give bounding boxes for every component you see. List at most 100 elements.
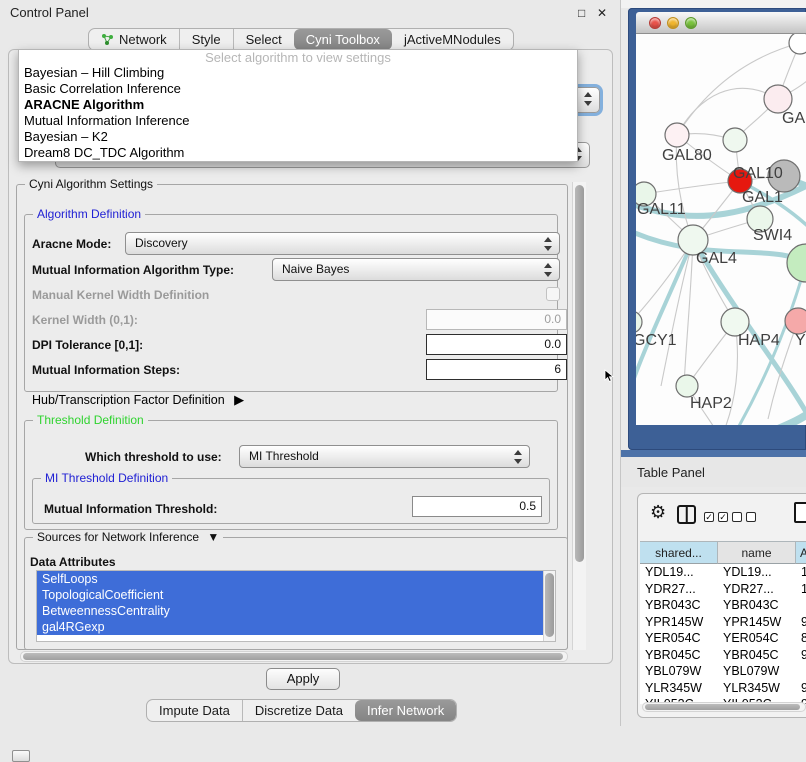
table-rows: YDL19... YDL19... 13 YDR27... YDR27... 1… [640,564,806,704]
column-header-shared-name[interactable]: shared... [640,541,718,564]
cell: YDR27... [718,581,796,598]
column-header-partial[interactable]: A [796,541,806,564]
list-item[interactable]: SelfLoops [37,571,543,587]
control-panel-tabbar: Network Style Select Cyni Toolbox jActiv… [88,28,514,51]
which-threshold-combobox[interactable]: MI Threshold [239,445,530,468]
table-row[interactable]: YBR045C YBR045C 9. [640,647,806,664]
mi-threshold-label: Mutual Information Threshold: [44,502,217,516]
settings-horizontal-scrollbar[interactable] [20,651,568,662]
settings-vertical-scrollbar[interactable] [572,182,586,650]
table-row[interactable]: YLR345W YLR345W 9. [640,680,806,697]
list-item[interactable]: BetweennessCentrality [37,603,543,619]
hub-definition-expander[interactable]: Hub/Transcription Factor Definition ▶ [32,392,244,408]
cell: YLR345W [640,680,718,697]
dropdown-item[interactable]: Bayesian – Hill Climbing [19,65,577,81]
tab-network[interactable]: Network [89,29,179,50]
node-label: SWI4 [753,227,792,244]
group-title: MI Threshold Definition [41,471,172,485]
network-window-titlebar[interactable] [636,12,806,34]
node-label: GAL1 [742,189,783,206]
table-row[interactable]: YDL19... YDL19... 13 [640,564,806,581]
cell: YDL19... [718,564,796,581]
cell: 12 [796,581,806,598]
control-panel: Control Panel □ ✕ Network Style Select C… [0,0,621,726]
table-row[interactable]: YPR145W YPR145W 9. [640,614,806,631]
cell [796,597,806,614]
cell: YBR045C [718,647,796,664]
table-horizontal-scrollbar[interactable] [642,702,806,712]
minimize-window-icon[interactable] [667,17,679,29]
dpi-tolerance-field[interactable]: 0.0 [426,334,567,355]
group-title: Threshold Definition [33,413,148,427]
close-panel-icon[interactable]: ✕ [597,6,607,20]
apply-button[interactable]: Apply [266,668,340,690]
dropdown-item[interactable]: Bayesian – K2 [19,129,577,145]
node-label: HAP2 [690,395,732,412]
kernel-width-label: Kernel Width (0,1): [32,313,138,327]
sources-title: Sources for Network Inference [37,530,199,544]
mi-type-value: Naive Bayes [282,262,349,276]
float-window-icon[interactable]: □ [578,6,585,20]
aracne-mode-combobox[interactable]: Discovery [125,232,560,255]
tab-jactivemnodules[interactable]: jActiveMNodules [392,29,513,50]
table-panel-header: Table Panel [621,457,806,487]
kernel-width-field[interactable]: 0.0 [426,309,567,330]
network-canvas[interactable]: GAL GAL80 GAL10 GAL1 GAL11 SWI4 GAL4 GCY… [636,34,806,425]
manual-kernel-label: Manual Kernel Width Definition [32,288,209,302]
table-row[interactable]: YBL079W YBL079W [640,663,806,680]
tab-label: Impute Data [159,700,230,721]
data-attributes-list[interactable]: SelfLoops TopologicalCoefficient Between… [36,570,556,642]
tab-discretize-data[interactable]: Discretize Data [242,700,355,721]
tab-label: Infer Network [367,700,444,721]
mouse-cursor [604,369,615,383]
network-icon [101,33,114,46]
dropdown-item-selected[interactable]: ARACNE Algorithm [19,97,577,113]
cell: 8. [796,630,806,647]
export-table-icon[interactable] [794,502,806,523]
maximize-window-icon[interactable] [685,17,697,29]
tab-infer-network[interactable]: Infer Network [355,700,456,721]
tab-cyni-toolbox[interactable]: Cyni Toolbox [294,29,392,50]
columns-icon[interactable] [677,505,696,524]
list-item[interactable]: gal4RGexp [37,619,543,635]
cell: 9. [796,614,806,631]
collapsed-panel-chip[interactable] [12,750,30,762]
gear-icon[interactable]: ⚙ [650,502,666,523]
close-window-icon[interactable] [649,17,661,29]
mi-type-combobox[interactable]: Naive Bayes [272,258,560,281]
cell: YBR045C [640,647,718,664]
table-row[interactable]: YER054C YER054C 8. [640,630,806,647]
dropdown-item[interactable]: Mutual Information Inference [19,113,577,129]
tab-style[interactable]: Style [179,29,233,50]
mi-steps-field[interactable]: 6 [426,359,567,380]
column-header-name[interactable]: name [718,541,796,564]
list-vertical-scrollbar[interactable] [543,571,555,642]
deselect-all-checkboxes-icon[interactable] [732,512,756,522]
list-item[interactable]: TopologicalCoefficient [37,587,543,603]
checked-box-icon: ✓ [704,512,714,522]
select-all-checkboxes-icon[interactable]: ✓ ✓ [704,512,728,522]
cell [796,663,806,680]
mi-steps-label: Mutual Information Steps: [32,363,180,377]
cell: YER054C [640,630,718,647]
window-frame-bottom [621,450,806,457]
cell: YBL079W [640,663,718,680]
group-title: Sources for Network Inference ▼ [33,530,223,544]
mi-type-label: Mutual Information Algorithm Type: [32,263,234,277]
tab-select[interactable]: Select [233,29,294,50]
dropdown-item[interactable]: Dream8 DC_TDC Algorithm [19,145,577,161]
manual-kernel-checkbox[interactable] [546,287,560,301]
table-row[interactable]: YDR27... YDR27... 12 [640,581,806,598]
hub-definition-label: Hub/Transcription Factor Definition [32,393,225,407]
dropdown-item[interactable]: Basic Correlation Inference [19,81,577,97]
mi-threshold-field[interactable]: 0.5 [412,496,542,517]
network-view-window[interactable]: GAL GAL80 GAL10 GAL1 GAL11 SWI4 GAL4 GCY… [628,8,806,450]
aracne-mode-label: Aracne Mode: [32,237,111,251]
tab-impute-data[interactable]: Impute Data [147,700,242,721]
group-title: Cyni Algorithm Settings [25,177,157,191]
node-label: GAL80 [662,147,712,164]
cell: YLR345W [718,680,796,697]
table-row[interactable]: YBR043C YBR043C [640,597,806,614]
collapse-down-icon[interactable]: ▼ [207,530,219,544]
cell: YER054C [718,630,796,647]
